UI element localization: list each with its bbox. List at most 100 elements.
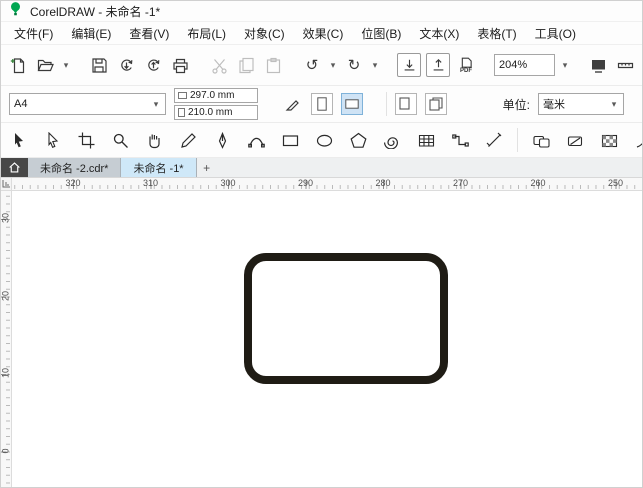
dimension-tool-icon[interactable]: [483, 129, 505, 151]
menu-file[interactable]: 文件(F): [5, 22, 62, 45]
cloud-download-icon[interactable]: [115, 54, 137, 76]
cloud-upload-icon[interactable]: [142, 54, 164, 76]
menu-bar: 文件(F) 编辑(E) 查看(V) 布局(L) 对象(C) 效果(C) 位图(B…: [1, 22, 642, 45]
window-title: CorelDRAW - 未命名 -1*: [30, 3, 160, 20]
menu-edit[interactable]: 编辑(E): [62, 22, 120, 45]
export-icon[interactable]: [426, 53, 450, 77]
menu-bitmaps[interactable]: 位图(B): [352, 22, 410, 45]
coreldraw-window: CorelDRAW - 未命名 -1* 文件(F) 编辑(E) 查看(V) 布局…: [0, 0, 643, 488]
transparency-tool-icon[interactable]: [598, 129, 620, 151]
page-size-dropdown-icon: ▾: [151, 99, 161, 110]
coreldraw-logo-icon: [8, 1, 23, 22]
drawn-rounded-rectangle[interactable]: [244, 253, 448, 384]
page-size-value: A4: [14, 98, 151, 110]
zoom-level-combo[interactable]: 204%: [494, 54, 555, 76]
open-dropdown-icon[interactable]: ▾: [61, 60, 71, 71]
hruler-label: 310: [143, 178, 158, 188]
toolbox: [1, 123, 642, 158]
document-tab-1[interactable]: 未命名 -2.cdr*: [28, 158, 121, 177]
hruler-label: 280: [375, 178, 390, 188]
redo-icon[interactable]: ↻: [343, 54, 365, 76]
undo-icon[interactable]: ↺: [301, 54, 323, 76]
interactive-fill-tool-icon[interactable]: [530, 129, 552, 151]
spiral-tool-icon[interactable]: [381, 129, 403, 151]
home-tab[interactable]: [1, 158, 28, 177]
pen-tool-icon[interactable]: [211, 129, 233, 151]
height-icon: [178, 108, 185, 117]
hruler-label: 300: [220, 178, 235, 188]
page-height-value: 210.0 mm: [188, 107, 232, 118]
vruler-label: 0: [1, 444, 11, 457]
connector-tool-icon[interactable]: [449, 129, 471, 151]
print-icon[interactable]: [169, 54, 191, 76]
polygon-tool-icon[interactable]: [347, 129, 369, 151]
pdf-label: PDF: [460, 68, 472, 74]
page-height-field[interactable]: 210.0 mm: [174, 105, 258, 120]
document-tab-1-label: 未命名 -2.cdr*: [40, 160, 108, 176]
fullscreen-preview-icon[interactable]: [587, 54, 609, 76]
smart-fill-tool-icon[interactable]: [564, 129, 586, 151]
menu-table[interactable]: 表格(T): [468, 22, 525, 45]
menu-text[interactable]: 文本(X): [410, 22, 468, 45]
outline-pen-tool-icon[interactable]: [632, 129, 642, 151]
vruler-label: 20: [1, 289, 11, 302]
current-page-button[interactable]: [395, 93, 417, 115]
vruler-label: 10: [1, 367, 11, 380]
units-label: 单位:: [503, 96, 530, 113]
pan-tool-icon[interactable]: [143, 129, 165, 151]
save-icon[interactable]: [88, 54, 110, 76]
ruler-row: 320 310 300 290 280 270 260 250: [1, 178, 642, 191]
page-width-field[interactable]: 297.0 mm: [174, 88, 258, 103]
nudge-icon[interactable]: [281, 93, 303, 115]
freehand-tool-icon[interactable]: [177, 129, 199, 151]
vruler-label: 30: [1, 212, 11, 225]
crop-tool-icon[interactable]: [75, 129, 97, 151]
shape-tool-icon[interactable]: [41, 129, 63, 151]
paste-icon[interactable]: [262, 54, 284, 76]
zoom-tool-icon[interactable]: [109, 129, 131, 151]
hruler-label: 290: [298, 178, 313, 188]
menu-tools[interactable]: 工具(O): [526, 22, 585, 45]
show-rulers-icon[interactable]: [614, 54, 636, 76]
ellipse-tool-icon[interactable]: [313, 129, 335, 151]
bezier-tool-icon[interactable]: [245, 129, 267, 151]
new-document-icon[interactable]: [7, 54, 29, 76]
document-tab-2-label: 未命名 -1*: [133, 160, 183, 176]
menu-layout[interactable]: 布局(L): [178, 22, 235, 45]
zoom-level-value: 204%: [499, 59, 550, 71]
standard-toolbar: ▾: [1, 45, 642, 86]
import-icon[interactable]: [397, 53, 421, 77]
width-icon: [178, 92, 187, 99]
pick-tool-icon[interactable]: [7, 129, 29, 151]
orientation-landscape-button[interactable]: [341, 93, 363, 115]
all-pages-button[interactable]: [425, 93, 447, 115]
copy-icon[interactable]: [235, 54, 257, 76]
horizontal-ruler[interactable]: 320 310 300 290 280 270 260 250: [12, 178, 642, 191]
cut-icon[interactable]: [208, 54, 230, 76]
new-document-tab-button[interactable]: +: [197, 158, 217, 177]
units-value: 毫米: [543, 96, 609, 112]
document-tab-2[interactable]: 未命名 -1*: [121, 158, 196, 177]
hruler-label: 250: [608, 178, 623, 188]
page-size-combo[interactable]: A4 ▾: [9, 93, 166, 115]
orientation-portrait-button[interactable]: [311, 93, 333, 115]
ruler-origin-button[interactable]: [1, 178, 12, 191]
vertical-ruler[interactable]: 30 20 10 0: [1, 191, 12, 487]
menu-view[interactable]: 查看(V): [120, 22, 178, 45]
publish-pdf-icon[interactable]: PDF: [455, 54, 477, 76]
drawing-workspace[interactable]: 30 20 10 0: [1, 191, 642, 487]
hruler-label: 320: [65, 178, 80, 188]
document-tab-bar: 未命名 -2.cdr* 未命名 -1* +: [1, 158, 642, 178]
property-bar: A4 ▾ 297.0 mm 210.0 mm: [1, 86, 642, 123]
table-tool-icon[interactable]: [415, 129, 437, 151]
rectangle-tool-icon[interactable]: [279, 129, 301, 151]
redo-dropdown-icon[interactable]: ▾: [370, 60, 380, 71]
zoom-dropdown-icon[interactable]: ▾: [560, 60, 570, 71]
undo-dropdown-icon[interactable]: ▾: [328, 60, 338, 71]
menu-effects[interactable]: 效果(C): [294, 22, 353, 45]
menu-object[interactable]: 对象(C): [235, 22, 294, 45]
open-folder-icon[interactable]: [34, 54, 56, 76]
page-width-value: 297.0 mm: [190, 90, 234, 101]
page-dimensions: 297.0 mm 210.0 mm: [174, 88, 258, 120]
units-combo[interactable]: 毫米 ▾: [538, 93, 624, 115]
